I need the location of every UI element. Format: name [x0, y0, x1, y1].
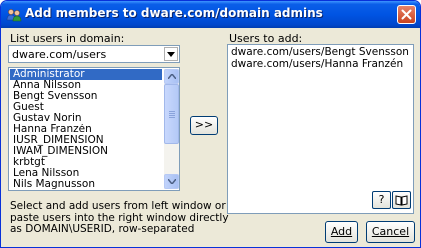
dialog-window: Add members to dware.com/domain admins L… [0, 0, 421, 248]
users-to-add-line: dware.com/users/Bengt Svensson [231, 46, 409, 58]
users-to-add-textarea[interactable]: dware.com/users/Bengt Svensson dware.com… [227, 44, 414, 214]
scroll-down-button[interactable] [164, 174, 179, 189]
close-button[interactable] [397, 5, 416, 24]
dropdown-button[interactable] [164, 47, 178, 61]
book-icon [395, 195, 408, 206]
help-button[interactable]: ? [372, 191, 391, 209]
cancel-button-label: Cancel [371, 225, 410, 238]
help-text-line: Select and add users from left window or [10, 200, 226, 212]
window-title: Add members to dware.com/domain admins [25, 6, 323, 20]
users-to-add-line: dware.com/users/Hanna Franzén [231, 58, 404, 70]
domain-select-value: dware.com/users [12, 48, 107, 61]
list-item[interactable]: krbtgt [10, 157, 162, 168]
list-item[interactable]: IWAM_DIMENSION [10, 146, 162, 157]
domain-list-label: List users in domain: [10, 32, 125, 45]
users-listbox[interactable]: Administrator Anna Nilsson Bengt Svensson G… [8, 67, 180, 191]
chevron-down-icon [168, 179, 176, 184]
users-list: Administrator Anna Nilsson Bengt Svensson G… [10, 69, 162, 190]
chevron-up-icon [168, 74, 176, 79]
help-text-line: as DOMAIN\USERID, row-separated [10, 223, 195, 235]
transfer-button[interactable]: >> [190, 116, 218, 135]
domain-select[interactable]: dware.com/users [8, 45, 180, 63]
list-item[interactable]: Hanna Franzén [10, 124, 162, 135]
list-item[interactable]: Anna Nilsson [10, 80, 162, 91]
close-icon [401, 9, 412, 20]
add-button[interactable]: Add [325, 221, 358, 243]
cancel-button[interactable]: Cancel [366, 221, 415, 243]
list-item[interactable]: Lena Nilsson [10, 168, 162, 179]
title-bar[interactable]: Add members to dware.com/domain admins [1, 1, 420, 28]
scroll-up-button[interactable] [164, 69, 179, 84]
list-item[interactable]: Guest [10, 102, 162, 113]
list-item[interactable]: Gustav Norin [10, 113, 162, 124]
chevron-down-icon [167, 52, 175, 57]
add-button-label: Add [330, 225, 353, 238]
list-item[interactable]: IUSR_DIMENSION [10, 135, 162, 146]
book-button[interactable] [392, 191, 411, 209]
users-scrollbar[interactable] [164, 69, 179, 189]
scroll-thumb[interactable] [164, 84, 179, 144]
help-text: Select and add users from left window or… [10, 200, 229, 236]
list-item[interactable]: Administrator [10, 69, 162, 80]
list-item[interactable]: Bengt Svensson [10, 91, 162, 102]
list-item[interactable]: Nils Magnusson [10, 179, 162, 190]
users-icon [6, 7, 22, 23]
